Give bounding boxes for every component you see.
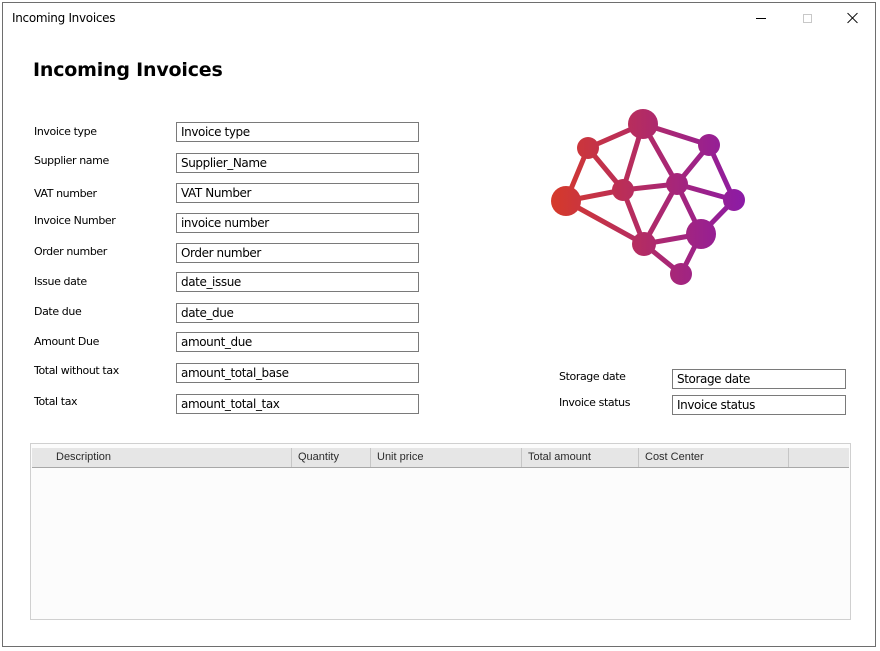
minimize-button[interactable] — [738, 3, 784, 33]
neural-network-logo-icon — [551, 109, 745, 285]
maximize-icon — [802, 13, 812, 23]
logo-node — [628, 109, 658, 139]
invoice-type-field[interactable]: Invoice type — [176, 122, 419, 142]
logo-node — [551, 186, 581, 216]
issue-date-field[interactable]: date_issue — [176, 272, 419, 292]
total-tax-field[interactable]: amount_total_tax — [176, 394, 419, 414]
invoice-status-field[interactable]: Invoice status — [672, 395, 846, 415]
total-without-tax-label: Total without tax — [34, 364, 119, 377]
total-without-tax-field[interactable]: amount_total_base — [176, 363, 419, 383]
title-bar[interactable]: Incoming Invoices — [3, 3, 875, 33]
close-icon — [847, 12, 859, 24]
issue-date-label: Issue date — [34, 275, 87, 288]
supplier-name-field[interactable]: Supplier_Name — [176, 153, 419, 173]
vat-number-field[interactable]: VAT Number — [176, 183, 419, 203]
logo-node — [723, 189, 745, 211]
logo-node — [686, 219, 716, 249]
column-header-unit-price[interactable]: Unit price — [371, 448, 522, 467]
close-button[interactable] — [830, 3, 876, 33]
logo-node — [666, 173, 688, 195]
date-due-label: Date due — [34, 305, 82, 318]
table-header: Description Quantity Unit price Total am… — [32, 448, 849, 468]
column-header-description[interactable]: Description — [32, 448, 292, 467]
date-due-field[interactable]: date_due — [176, 303, 419, 323]
amount-due-label: Amount Due — [34, 335, 99, 348]
amount-due-field[interactable]: amount_due — [176, 332, 419, 352]
logo-node — [698, 134, 720, 156]
column-header-cost-center[interactable]: Cost Center — [639, 448, 789, 467]
invoice-number-field[interactable]: invoice number — [176, 213, 419, 233]
order-number-label: Order number — [34, 245, 107, 258]
invoice-number-label: Invoice Number — [34, 214, 116, 227]
line-items-table[interactable]: Description Quantity Unit price Total am… — [30, 443, 851, 620]
order-number-field[interactable]: Order number — [176, 243, 419, 263]
maximize-button[interactable] — [784, 3, 830, 33]
total-tax-label: Total tax — [34, 395, 78, 408]
logo-node — [577, 137, 599, 159]
column-header-quantity[interactable]: Quantity — [292, 448, 371, 467]
page-title: Incoming Invoices — [33, 59, 223, 81]
logo-node — [612, 179, 634, 201]
invoice-status-label: Invoice status — [559, 396, 631, 409]
window-title: Incoming Invoices — [12, 11, 116, 25]
logo-node — [670, 263, 692, 285]
minimize-icon — [756, 17, 766, 19]
app-window: Incoming Invoices Incoming Invoices Invo… — [2, 2, 876, 647]
column-header-filler — [789, 448, 849, 467]
logo-node — [632, 232, 656, 256]
column-header-total-amount[interactable]: Total amount — [522, 448, 639, 467]
storage-date-label: Storage date — [559, 370, 626, 383]
vat-number-label: VAT number — [34, 187, 97, 200]
storage-date-field[interactable]: Storage date — [672, 369, 846, 389]
supplier-name-label: Supplier name — [34, 154, 109, 167]
invoice-type-label: Invoice type — [34, 125, 97, 138]
